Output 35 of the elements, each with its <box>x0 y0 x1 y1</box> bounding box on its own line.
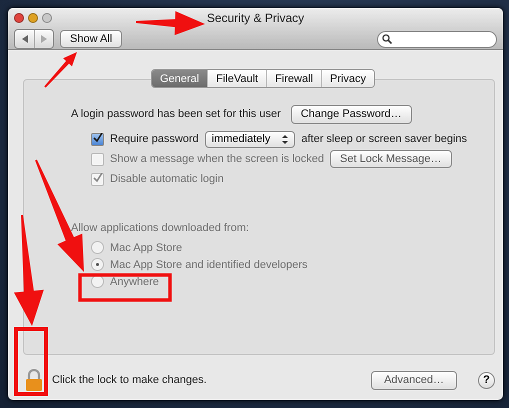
checkmark-icon <box>93 172 103 182</box>
checkbox-label: Require password <box>110 133 199 145</box>
window-title: Security & Privacy <box>206 11 304 25</box>
tab[interactable]: Privacy <box>320 70 374 87</box>
radio-label: Mac App Store and identified developers <box>110 258 308 270</box>
zoom-button[interactable] <box>42 13 52 23</box>
tab[interactable]: General <box>152 70 208 87</box>
up-down-arrows-icon <box>282 134 288 144</box>
password-status-text: A login password has been set for this user <box>71 108 281 120</box>
tab[interactable]: FileVault <box>207 70 266 87</box>
checkbox-label: Show a message when the screen is locked <box>110 153 324 165</box>
minimize-button[interactable] <box>28 13 38 23</box>
search-field[interactable] <box>377 30 497 48</box>
change-password-button[interactable]: Change Password… <box>290 104 412 124</box>
section-heading: Allow applications downloaded from: <box>71 222 249 234</box>
highlight-frame <box>14 327 48 396</box>
left-triangle-icon <box>22 35 28 43</box>
padlock-icon[interactable] <box>25 369 43 391</box>
advanced-button[interactable]: Advanced… <box>371 370 457 390</box>
right-triangle-icon <box>41 35 47 43</box>
annotation-arrow <box>136 11 205 36</box>
close-button[interactable] <box>14 13 24 23</box>
checkbox-suffix-text: after sleep or screen saver begins <box>301 133 468 145</box>
annotation-arrow <box>44 52 77 88</box>
help-button[interactable]: ? <box>478 372 495 388</box>
radio-label: Anywhere <box>110 276 159 288</box>
checkbox[interactable] <box>91 132 104 146</box>
delay-popup[interactable]: immediately <box>204 130 296 148</box>
show-all-button[interactable]: Show All <box>60 30 122 48</box>
search-icon <box>382 34 392 44</box>
checkmark-icon <box>93 132 103 142</box>
lock-hint-text: Click the lock to make changes. <box>52 374 207 386</box>
radio-label: Mac App Store <box>110 242 182 254</box>
checkbox-label: Disable automatic login <box>110 173 224 185</box>
tab[interactable]: Firewall <box>266 70 321 87</box>
